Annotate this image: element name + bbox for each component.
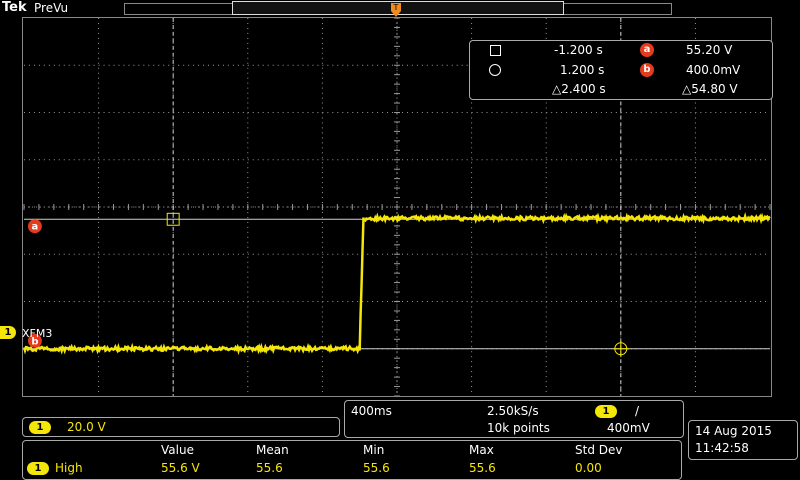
top-status-bar: Tek PreVu T bbox=[0, 0, 800, 18]
timebase-value: 400ms bbox=[351, 404, 392, 418]
channel1-badge: 1 bbox=[29, 421, 51, 434]
measurement-panel[interactable]: Value Mean Min Max Std Dev 1 High 55.6 V… bbox=[22, 440, 682, 480]
meas-row-name: High bbox=[55, 461, 83, 475]
trigger-channel-badge: 1 bbox=[595, 405, 617, 418]
brand-logo: Tek bbox=[2, 0, 27, 15]
delta-value: △54.80 V bbox=[682, 82, 738, 96]
meas-header-stddev: Std Dev bbox=[575, 443, 622, 457]
channel-scale-panel[interactable]: 1 20.0 V bbox=[22, 417, 340, 437]
channel1-label: XFM3 bbox=[22, 327, 52, 340]
circle-cursor-icon bbox=[489, 64, 501, 76]
waveform-trace bbox=[24, 216, 770, 350]
sample-rate: 2.50kS/s bbox=[487, 404, 539, 418]
meas-header-min: Min bbox=[363, 443, 384, 457]
meas-header-mean: Mean bbox=[256, 443, 289, 457]
cursor2-value: 400.0mV bbox=[686, 63, 740, 77]
delta-time: △2.400 s bbox=[552, 82, 606, 96]
meas-header-value: Value bbox=[161, 443, 194, 457]
cursor-a-edge-label: a bbox=[32, 222, 39, 233]
cursor-a-icon: a bbox=[640, 43, 654, 57]
trigger-slope-icon: / bbox=[635, 404, 639, 418]
time-text: 11:42:58 bbox=[695, 441, 749, 455]
acquisition-mode: PreVu bbox=[34, 1, 68, 15]
square-cursor-icon bbox=[490, 45, 501, 56]
trigger-level: 400mV bbox=[607, 421, 650, 435]
record-length: 10k points bbox=[487, 421, 550, 435]
trigger-marker-label: T bbox=[393, 3, 399, 12]
acquisition-panel[interactable]: 400ms 2.50kS/s 1 / 10k points 400mV bbox=[344, 400, 684, 438]
meas-row-channel-badge: 1 bbox=[27, 462, 49, 475]
meas-header-max: Max bbox=[469, 443, 494, 457]
meas-row-mean: 55.6 bbox=[256, 461, 283, 475]
channel1-ground-marker[interactable]: 1 bbox=[0, 326, 16, 339]
cursor1-value: 55.20 V bbox=[686, 43, 732, 57]
meas-row-value: 55.6 V bbox=[161, 461, 200, 475]
meas-row-min: 55.6 bbox=[363, 461, 390, 475]
datetime-panel: 14 Aug 2015 11:42:58 bbox=[688, 420, 798, 460]
cursor-readout-panel: -1.200 s a 55.20 V 1.200 s b 400.0mV △2.… bbox=[469, 40, 773, 100]
cursor-b-icon: b bbox=[640, 63, 654, 77]
meas-row-stddev: 0.00 bbox=[575, 461, 602, 475]
channel1-scale: 20.0 V bbox=[67, 420, 106, 434]
date-text: 14 Aug 2015 bbox=[695, 424, 772, 438]
meas-row-max: 55.6 bbox=[469, 461, 496, 475]
cursor1-time: -1.200 s bbox=[554, 43, 603, 57]
cursor2-time: 1.200 s bbox=[560, 63, 604, 77]
